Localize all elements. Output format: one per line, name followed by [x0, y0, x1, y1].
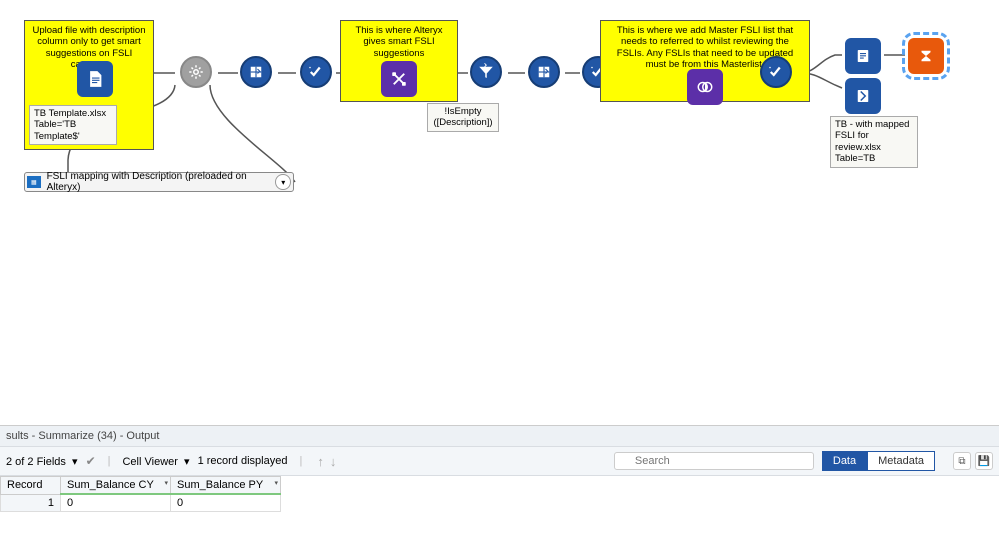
comment-text-2: This is where Alteryx gives smart FSLI s…: [347, 25, 451, 59]
summarize-tool[interactable]: [908, 38, 944, 74]
sparkle-check-icon: [307, 63, 325, 81]
down-arrow-icon: ↓: [330, 454, 337, 469]
up-arrow-icon: ↑: [317, 454, 324, 469]
select-tool-1[interactable]: [240, 56, 272, 88]
output-file-label: TB - with mapped FSLI for review.xlsx Ta…: [830, 116, 918, 168]
sparkle-check-icon: [767, 63, 785, 81]
container-icon: ▦: [27, 176, 41, 188]
filter-tool[interactable]: [470, 56, 502, 88]
container-expand-button[interactable]: ▾: [275, 174, 291, 190]
col-sum-py[interactable]: Sum_Balance PY▾: [171, 477, 281, 495]
table-icon: [535, 63, 553, 81]
file-input-label: TB Template.xlsx Table='TB Template$': [29, 105, 117, 145]
results-title: sults - Summarize (34) - Output: [0, 426, 999, 447]
filter-expression-label: !IsEmpty ([Description]): [427, 103, 499, 132]
save-icon: [854, 87, 872, 105]
container-title: FSLI mapping with Description (preloaded…: [47, 171, 276, 193]
cross-tools-icon: [390, 70, 408, 88]
save-results-button[interactable]: 💾: [975, 452, 993, 470]
results-toolbar: 2 of 2 Fields ▾ ✔ | Cell Viewer ▾ 1 reco…: [0, 447, 999, 476]
browse-tool[interactable]: [845, 38, 881, 74]
filter-triangle-icon: [477, 63, 495, 81]
cell-py: 0: [171, 494, 281, 512]
table-icon: [247, 63, 265, 81]
python-tool[interactable]: [381, 61, 417, 97]
cleanse-tool-1[interactable]: [300, 56, 332, 88]
cell-rownum: 1: [1, 494, 61, 512]
upload-comment-box[interactable]: Upload file with description column only…: [24, 20, 154, 150]
view-tabs: Data Metadata: [822, 451, 935, 471]
fields-check-icon[interactable]: ✔: [86, 454, 96, 468]
gear-icon: [187, 63, 205, 81]
data-tab[interactable]: Data: [822, 451, 867, 471]
fields-count[interactable]: 2 of 2 Fields ▾: [6, 455, 78, 468]
search-input[interactable]: [614, 452, 814, 470]
cell-cy: 0: [61, 494, 171, 512]
join-tool[interactable]: [687, 69, 723, 105]
cleanse-tool-3[interactable]: [760, 56, 792, 88]
metadata-tab[interactable]: Metadata: [867, 451, 935, 471]
cell-viewer-dropdown[interactable]: Cell Viewer ▾: [122, 455, 189, 468]
file-input-tool[interactable]: [77, 61, 113, 97]
table-row[interactable]: 1 0 0: [1, 494, 281, 512]
results-grid[interactable]: Record Sum_Balance CY▾ Sum_Balance PY▾ 1…: [0, 476, 999, 558]
col-sum-cy[interactable]: Sum_Balance CY▾: [61, 477, 171, 495]
macro-tool-1[interactable]: [180, 56, 212, 88]
select-tool-2[interactable]: [528, 56, 560, 88]
sigma-icon: [917, 47, 935, 65]
output-data-tool[interactable]: [845, 78, 881, 114]
records-displayed: 1 record displayed: [198, 455, 288, 467]
suggestion-comment-box[interactable]: This is where Alteryx gives smart FSLI s…: [340, 20, 458, 102]
page-icon: [854, 47, 872, 65]
file-icon: [86, 70, 104, 88]
copy-button[interactable]: ⧉: [953, 452, 971, 470]
join-icon: [696, 78, 714, 96]
results-panel: sults - Summarize (34) - Output 2 of 2 F…: [0, 425, 999, 558]
col-record[interactable]: Record: [1, 477, 61, 495]
workflow-canvas[interactable]: Upload file with description column only…: [0, 0, 999, 410]
container-bar[interactable]: ▦ FSLI mapping with Description (preload…: [24, 172, 294, 192]
nav-arrows[interactable]: ↑↓: [314, 454, 339, 469]
